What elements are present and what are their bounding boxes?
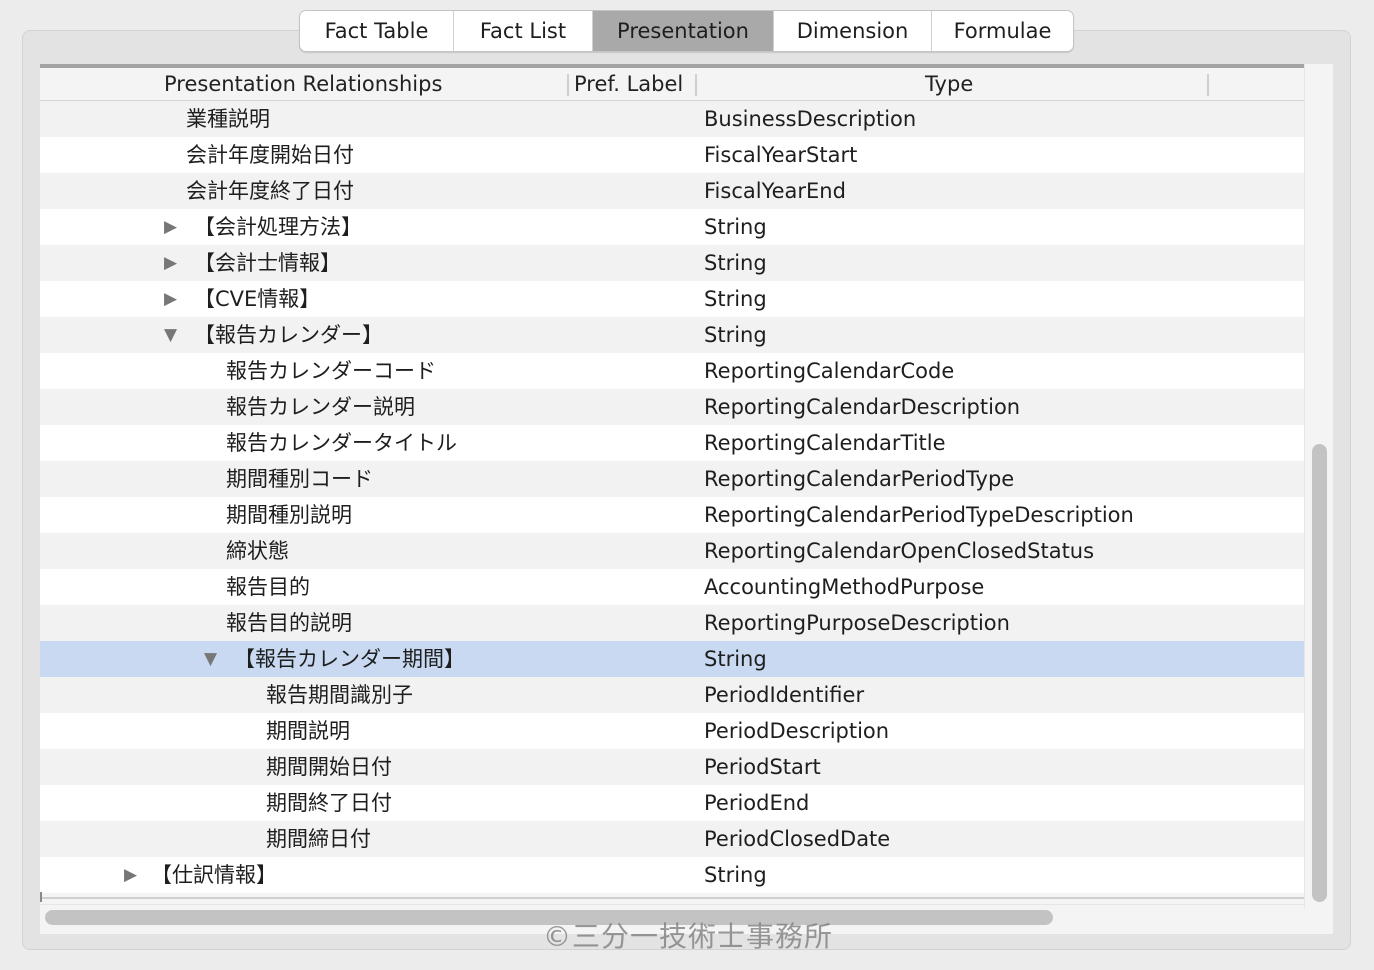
table-row[interactable]: ▼ 【報告カレンダー期間】 String	[40, 641, 1304, 677]
row-label: 期間種別コード	[226, 467, 373, 491]
table-row[interactable]: 報告目的 AccountingMethodPurpose	[40, 569, 1304, 605]
column-divider[interactable]	[695, 74, 697, 96]
row-label: 期間説明	[266, 719, 350, 743]
row-label: 報告期間識別子	[266, 683, 413, 707]
column-divider[interactable]	[1207, 74, 1209, 96]
row-type: ReportingCalendarOpenClosedStatus	[704, 539, 1095, 563]
column-header-type[interactable]: Type	[925, 72, 973, 96]
row-label: 報告カレンダーコード	[226, 359, 436, 383]
column-header-pref-label[interactable]: Pref. Label	[574, 72, 683, 96]
row-label: 期間種別説明	[226, 503, 352, 527]
row-label: 報告カレンダータイトル	[226, 431, 457, 455]
table-row[interactable]: ▶ 【会計処理方法】 String	[40, 209, 1304, 245]
row-label: 【CVE情報】	[194, 287, 321, 311]
relationship-rows: 業種説明 BusinessDescription 会計年度開始日付 FiscalYea…	[40, 101, 1304, 893]
vertical-scrollbar-thumb[interactable]	[1312, 444, 1327, 902]
table-row[interactable]: 期間種別コード ReportingCalendarPeriodType	[40, 461, 1304, 497]
row-label: 報告目的説明	[226, 611, 352, 635]
row-type: String	[704, 215, 767, 239]
row-type: FiscalYearStart	[704, 143, 858, 167]
row-label: 【会計処理方法】	[194, 215, 362, 239]
table-row[interactable]: 業種説明 BusinessDescription	[40, 101, 1304, 137]
row-label: 【会計士情報】	[194, 251, 341, 275]
table-bottom-border	[40, 897, 1304, 899]
disclosure-triangle-down-icon[interactable]: ▼	[204, 641, 217, 677]
table-row[interactable]: 締状態 ReportingCalendarOpenClosedStatus	[40, 533, 1304, 569]
row-type: PeriodStart	[704, 755, 821, 779]
row-label: 期間締日付	[266, 827, 371, 851]
table-row[interactable]: ▼ 【報告カレンダー】 String	[40, 317, 1304, 353]
row-label: 会計年度開始日付	[186, 143, 354, 167]
row-label: 会計年度終了日付	[186, 179, 354, 203]
row-type: AccountingMethodPurpose	[704, 575, 985, 599]
table-edge-marker	[40, 892, 42, 902]
row-type: String	[704, 323, 767, 347]
table-row[interactable]: 報告カレンダーコード ReportingCalendarCode	[40, 353, 1304, 389]
tab-dimension[interactable]: Dimension	[774, 11, 932, 51]
row-type: PeriodClosedDate	[704, 827, 891, 851]
view-tab-bar: Fact Table Fact List Presentation Dimens…	[299, 10, 1074, 52]
disclosure-triangle-right-icon[interactable]: ▶	[124, 857, 137, 893]
table-row[interactable]: 期間締日付 PeriodClosedDate	[40, 821, 1304, 857]
table-row[interactable]: 報告カレンダータイトル ReportingCalendarTitle	[40, 425, 1304, 461]
table-row[interactable]: ▶ 【仕訳情報】 String	[40, 857, 1304, 893]
copyright-watermark: ©三分一技術士事務所	[543, 920, 834, 953]
disclosure-triangle-right-icon[interactable]: ▶	[164, 209, 177, 245]
row-type: String	[704, 287, 767, 311]
row-type: FiscalYearEnd	[704, 179, 846, 203]
table-row[interactable]: ▶ 【会計士情報】 String	[40, 245, 1304, 281]
row-type: ReportingPurposeDescription	[704, 611, 1010, 635]
table-row[interactable]: 会計年度終了日付 FiscalYearEnd	[40, 173, 1304, 209]
table-row[interactable]: 報告期間識別子 PeriodIdentifier	[40, 677, 1304, 713]
row-type: ReportingCalendarPeriodTypeDescription	[704, 503, 1134, 527]
column-header-row: Presentation Relationships Pref. Label T…	[40, 64, 1304, 101]
row-type: ReportingCalendarCode	[704, 359, 955, 383]
row-type: String	[704, 863, 767, 887]
row-label: 業種説明	[186, 107, 270, 131]
row-label: 【報告カレンダー】	[194, 323, 383, 347]
row-type: ReportingCalendarDescription	[704, 395, 1021, 419]
table-row[interactable]: 期間開始日付 PeriodStart	[40, 749, 1304, 785]
disclosure-triangle-right-icon[interactable]: ▶	[164, 245, 177, 281]
tab-presentation[interactable]: Presentation	[593, 11, 774, 51]
row-type: ReportingCalendarTitle	[704, 431, 946, 455]
row-type: String	[704, 647, 767, 671]
row-label: 期間開始日付	[266, 755, 392, 779]
row-type: PeriodIdentifier	[704, 683, 865, 707]
tab-formulae[interactable]: Formulae	[932, 11, 1073, 51]
row-type: ReportingCalendarPeriodType	[704, 467, 1015, 491]
column-divider[interactable]	[567, 74, 569, 96]
row-label: 報告カレンダー説明	[226, 395, 415, 419]
table-row[interactable]: 会計年度開始日付 FiscalYearStart	[40, 137, 1304, 173]
table-row[interactable]: 報告カレンダー説明 ReportingCalendarDescription	[40, 389, 1304, 425]
disclosure-triangle-down-icon[interactable]: ▼	[164, 317, 177, 353]
disclosure-triangle-right-icon[interactable]: ▶	[164, 281, 177, 317]
table-row[interactable]: 期間種別説明 ReportingCalendarPeriodTypeDescrip…	[40, 497, 1304, 533]
row-label: 期間終了日付	[266, 791, 392, 815]
row-type: BusinessDescription	[704, 107, 917, 131]
tab-fact-list[interactable]: Fact List	[454, 11, 593, 51]
tab-fact-table[interactable]: Fact Table	[300, 11, 454, 51]
row-label: 締状態	[226, 539, 289, 563]
table-row[interactable]: 期間終了日付 PeriodEnd	[40, 785, 1304, 821]
table-row[interactable]: 報告目的説明 ReportingPurposeDescription	[40, 605, 1304, 641]
row-label: 【仕訳情報】	[151, 863, 277, 887]
row-type: PeriodDescription	[704, 719, 890, 743]
table-row[interactable]: 期間説明 PeriodDescription	[40, 713, 1304, 749]
row-type: PeriodEnd	[704, 791, 810, 815]
presentation-outline-view: Presentation Relationships Pref. Label T…	[40, 64, 1333, 934]
column-header-relationships[interactable]: Presentation Relationships	[164, 72, 442, 96]
row-type: String	[704, 251, 767, 275]
row-label: 【報告カレンダー期間】	[234, 647, 465, 671]
table-row[interactable]: ▶ 【CVE情報】 String	[40, 281, 1304, 317]
row-label: 報告目的	[226, 575, 310, 599]
